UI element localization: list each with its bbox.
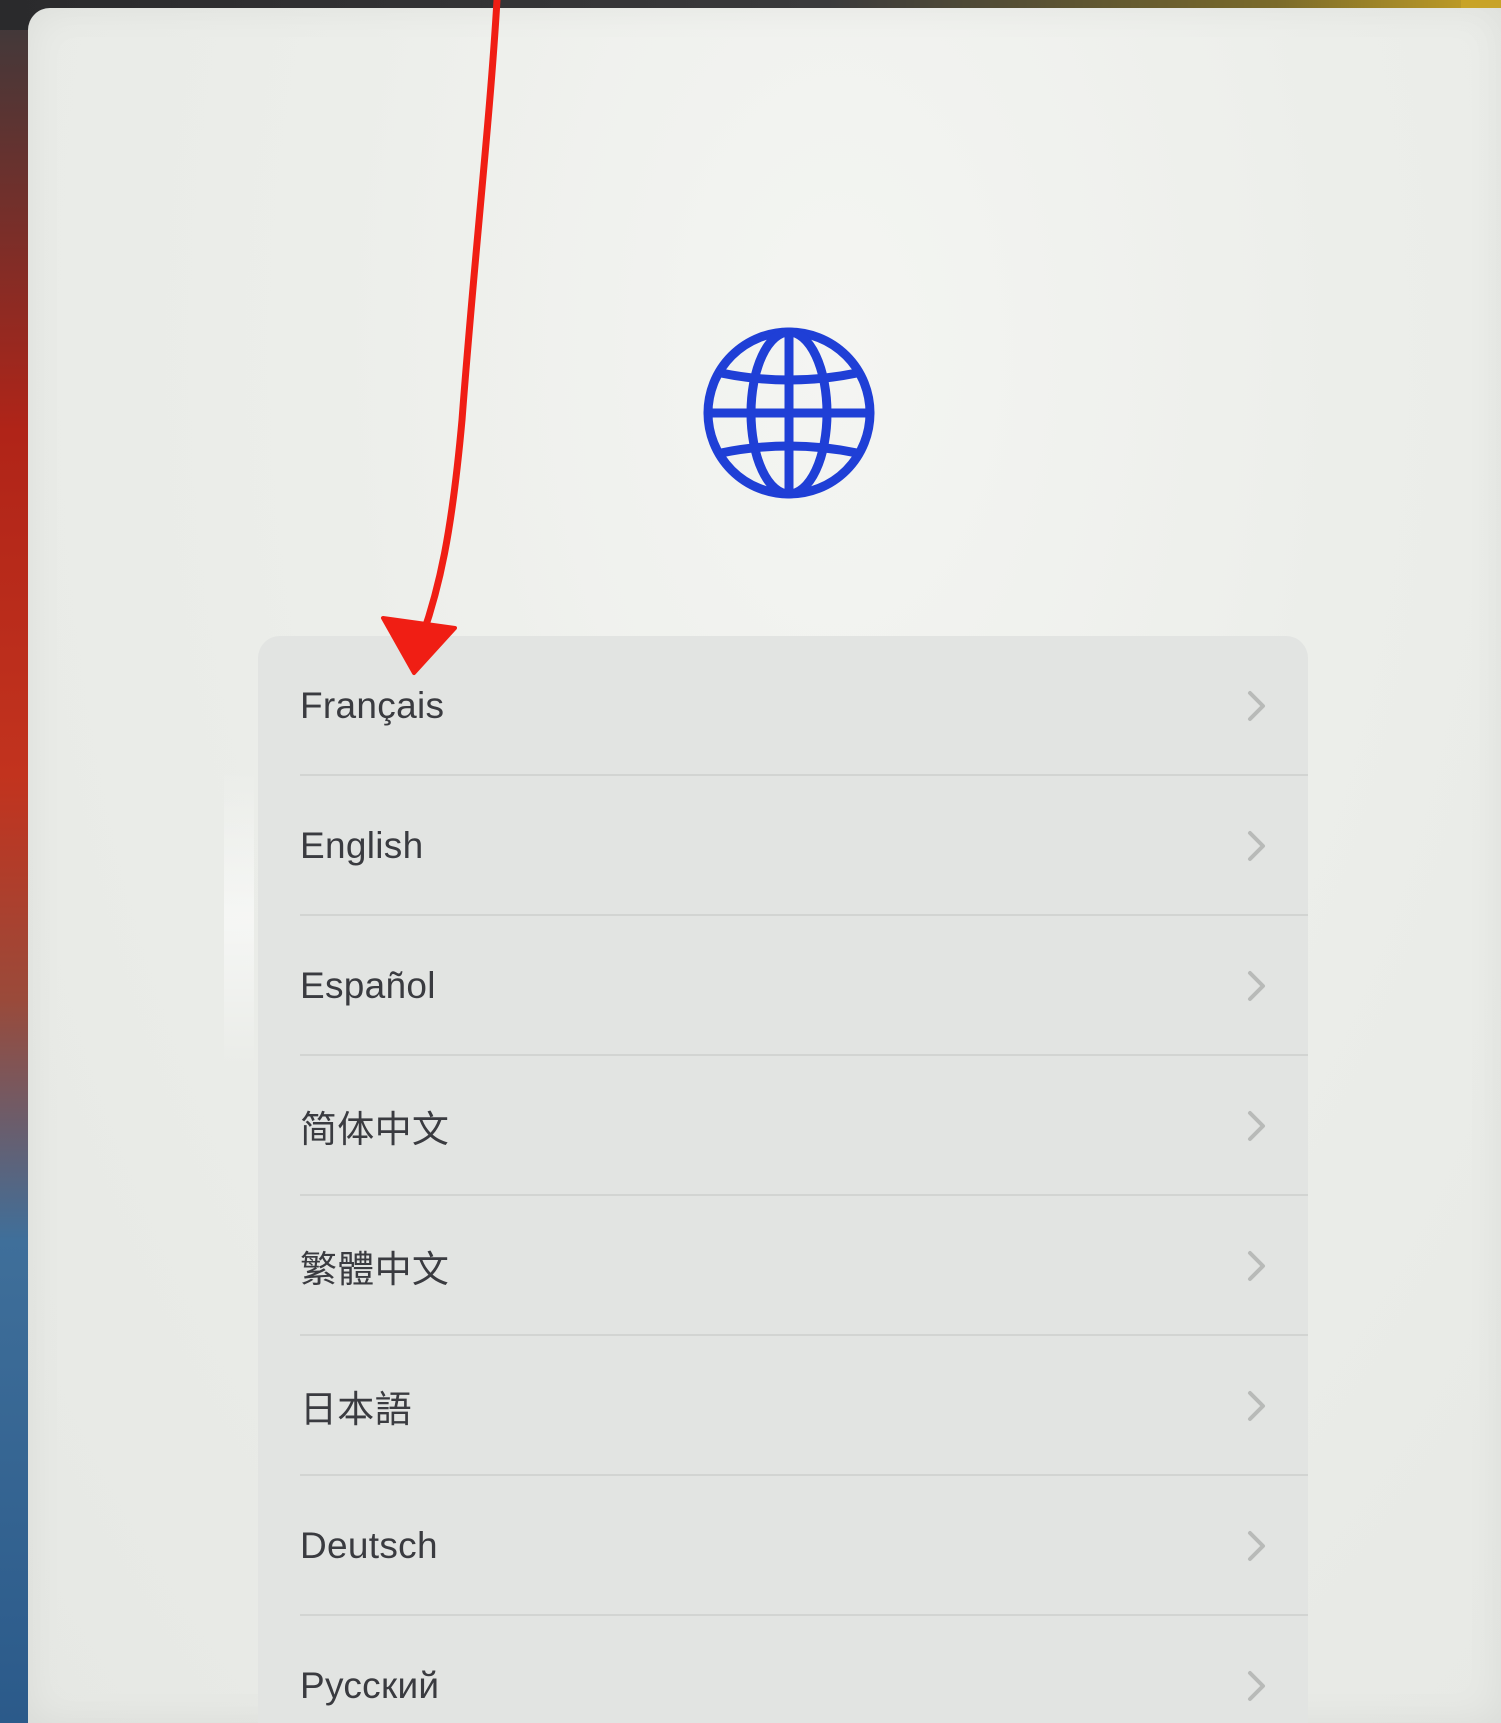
chevron-right-icon xyxy=(1246,1389,1268,1423)
chevron-right-icon xyxy=(1246,1669,1268,1703)
language-list: Français English Español 简体中文 繁體中文 日本語 D… xyxy=(258,636,1308,1723)
screen-glare xyxy=(224,768,254,1068)
language-item-francais[interactable]: Français xyxy=(258,636,1308,776)
chevron-right-icon xyxy=(1246,689,1268,723)
chevron-right-icon xyxy=(1246,829,1268,863)
globe-icon xyxy=(699,323,879,503)
chevron-right-icon xyxy=(1246,969,1268,1003)
language-label: Français xyxy=(300,685,445,726)
language-item-russian[interactable]: Русский xyxy=(258,1616,1308,1723)
language-label: 日本語 xyxy=(300,1389,412,1430)
language-label: Deutsch xyxy=(300,1525,438,1566)
language-item-english[interactable]: English xyxy=(258,776,1308,916)
language-item-traditional-chinese[interactable]: 繁體中文 xyxy=(258,1196,1308,1336)
language-item-simplified-chinese[interactable]: 简体中文 xyxy=(258,1056,1308,1196)
language-item-deutsch[interactable]: Deutsch xyxy=(258,1476,1308,1616)
chevron-right-icon xyxy=(1246,1109,1268,1143)
language-label: English xyxy=(300,825,424,866)
language-item-japanese[interactable]: 日本語 xyxy=(258,1336,1308,1476)
language-label: Español xyxy=(300,965,436,1006)
language-item-espanol[interactable]: Español xyxy=(258,916,1308,1056)
chevron-right-icon xyxy=(1246,1529,1268,1563)
language-label: 繁體中文 xyxy=(300,1249,450,1290)
chevron-right-icon xyxy=(1246,1249,1268,1283)
language-label: Русский xyxy=(300,1665,440,1706)
language-label: 简体中文 xyxy=(300,1109,450,1150)
